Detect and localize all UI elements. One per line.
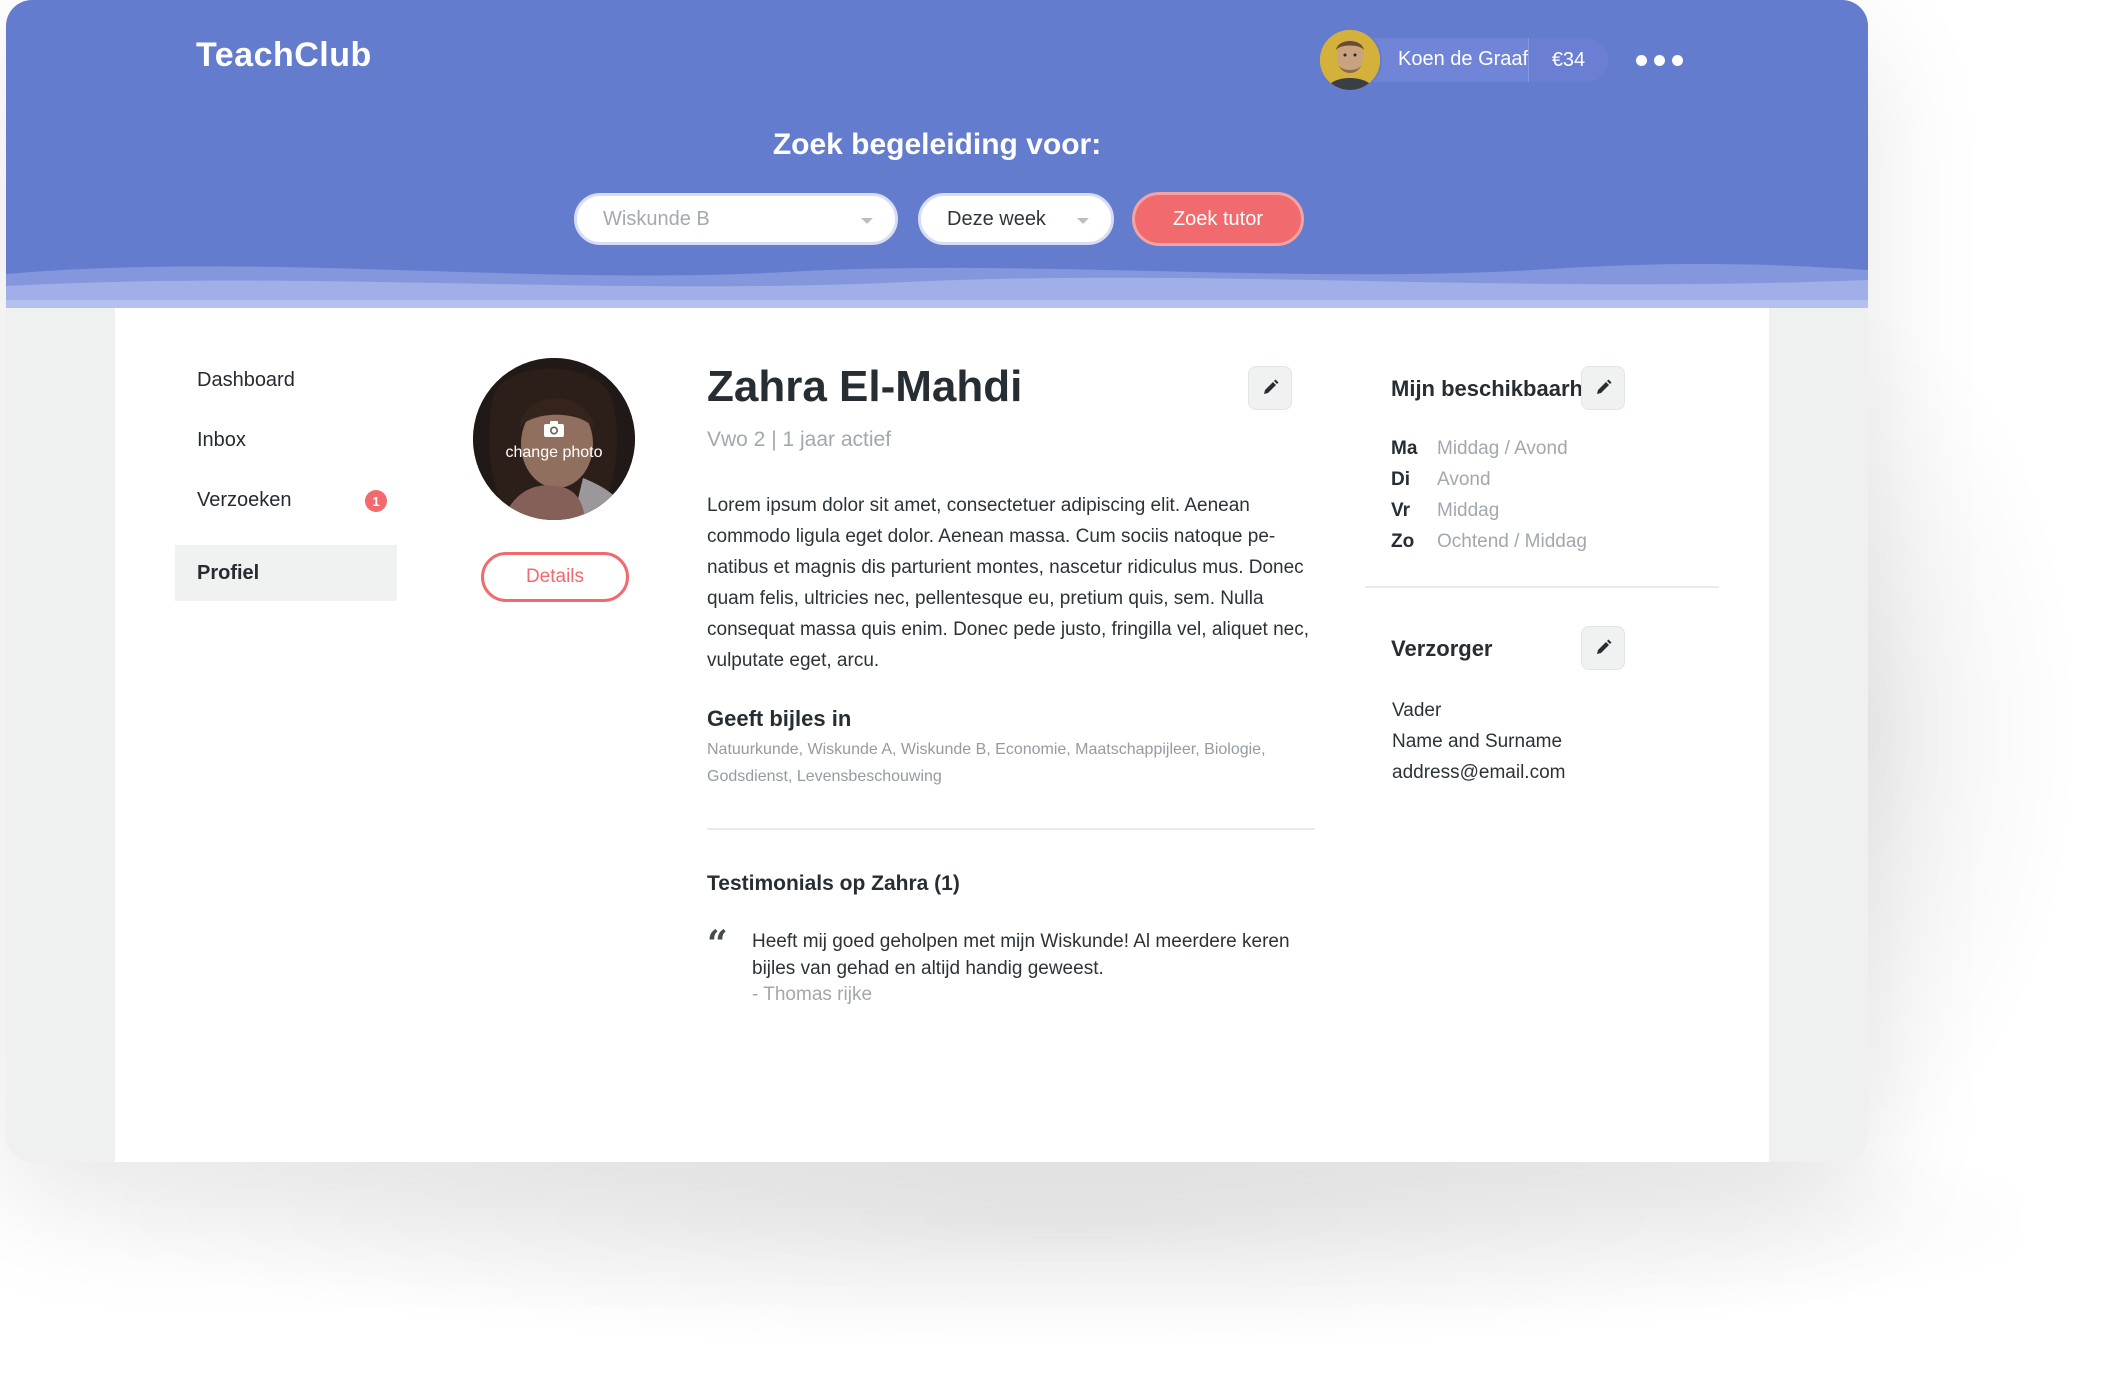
subjects-list: Natuurkunde, Wiskunde A, Wiskunde B, Eco… bbox=[707, 741, 1266, 785]
edit-availability-button[interactable] bbox=[1581, 366, 1625, 410]
sidebar-item-label: Dashboard bbox=[197, 368, 295, 391]
guardian-relation: Vader bbox=[1392, 700, 1442, 721]
subject-select[interactable]: Wiskunde B bbox=[574, 193, 898, 245]
subject-select-value: Wiskunde B bbox=[603, 207, 710, 230]
availability-day: Zo bbox=[1391, 531, 1415, 552]
guardian-title: Verzorger bbox=[1391, 636, 1493, 661]
profile-meta: Vwo 2 | 1 jaar actief bbox=[707, 428, 892, 451]
sidebar-item-inbox[interactable]: Inbox bbox=[175, 412, 397, 468]
window-shadow-side bbox=[1860, 300, 2080, 1160]
user-name: Koen de Graaf bbox=[1398, 48, 1529, 70]
availability-day: Di bbox=[1391, 469, 1410, 490]
pencil-icon bbox=[1597, 379, 1612, 394]
sidebar-item-profiel[interactable]: Profiel bbox=[175, 545, 397, 601]
sidebar-item-label: Profiel bbox=[197, 561, 260, 584]
week-select-value: Deze week bbox=[947, 207, 1046, 230]
app-logo[interactable]: TeachClub bbox=[196, 36, 372, 75]
edit-guardian-button[interactable] bbox=[1581, 626, 1625, 670]
more-dots-icon[interactable] bbox=[1636, 50, 1686, 70]
balance-badge: €34 bbox=[1528, 38, 1608, 82]
availability-slot: Avond bbox=[1437, 469, 1491, 490]
edit-profile-button[interactable] bbox=[1248, 366, 1292, 410]
details-button[interactable]: Details bbox=[481, 552, 629, 602]
availability-day: Vr bbox=[1391, 500, 1411, 521]
pencil-icon bbox=[1597, 639, 1612, 654]
divider bbox=[707, 828, 1315, 830]
availability-slot: Middag / Avond bbox=[1437, 438, 1568, 459]
divider bbox=[1365, 586, 1719, 588]
profile-bio: Lorem ipsum dolor sit amet, consectetuer… bbox=[707, 495, 1310, 671]
profile-name: Zahra El-Mahdi bbox=[707, 362, 1023, 411]
pencil-icon bbox=[1264, 379, 1279, 394]
testimonial-text: Heeft mij goed geholpen met mijn Wiskund… bbox=[752, 931, 1290, 979]
sidebar-item-label: Inbox bbox=[197, 428, 246, 451]
camera-icon bbox=[544, 421, 564, 437]
sidebar-item-dashboard[interactable]: Dashboard bbox=[175, 352, 397, 408]
guardian-name: Name and Surname bbox=[1392, 731, 1563, 752]
availability-slot: Ochtend / Middag bbox=[1437, 531, 1587, 552]
content-card: Dashboard Inbox Verzoeken 1 Profiel chan… bbox=[115, 308, 1769, 1162]
subjects-title: Geeft bijles in bbox=[707, 706, 852, 731]
testimonial-author: - Thomas rijke bbox=[752, 984, 873, 1005]
change-photo-label: change photo bbox=[505, 444, 603, 461]
week-select[interactable]: Deze week bbox=[918, 193, 1114, 245]
header: TeachClub Koen de Graaf €34 Zoek begelei… bbox=[6, 0, 1868, 308]
testimonials-title: Testimonials op Zahra (1) bbox=[707, 872, 960, 895]
user-balance: €34 bbox=[1551, 48, 1586, 71]
app-window: TeachClub Koen de Graaf €34 Zoek begelei… bbox=[6, 0, 1868, 1162]
user-avatar[interactable] bbox=[1318, 28, 1382, 92]
photo-overlay bbox=[473, 358, 635, 520]
quote-icon: “ bbox=[707, 923, 728, 965]
notification-badge: 1 bbox=[365, 490, 387, 512]
header-wave bbox=[6, 264, 1868, 308]
profile-photo[interactable]: change photo bbox=[473, 358, 635, 520]
availability-slot: Middag bbox=[1437, 500, 1500, 521]
availability-day: Ma bbox=[1391, 438, 1418, 459]
search-tutor-button[interactable]: Zoek tutor bbox=[1132, 192, 1304, 246]
chevron-down-icon bbox=[1077, 218, 1089, 224]
guardian-email[interactable]: address@email.com bbox=[1392, 762, 1565, 784]
chevron-down-icon bbox=[861, 218, 873, 224]
search-title: Zoek begeleiding voor: bbox=[772, 128, 1102, 161]
sidebar-item-label: Verzoeken bbox=[197, 488, 292, 511]
sidebar-item-verzoeken[interactable]: Verzoeken 1 bbox=[175, 472, 397, 528]
